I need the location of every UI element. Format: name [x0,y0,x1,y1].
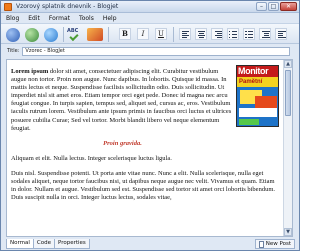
blog-icon[interactable] [6,28,20,42]
globe-icon[interactable] [44,28,58,42]
blogjet-app-icon [4,2,12,11]
tab-properties[interactable]: Properties [54,239,90,249]
post-title-label: Title: [7,48,20,54]
scroll-down-button[interactable]: ▼ [284,228,292,236]
new-post-button[interactable]: New Post [254,239,295,249]
maximize-button[interactable]: □ [268,2,279,11]
minimize-button[interactable]: – [256,2,267,11]
new-document-icon [258,240,264,248]
post-title-row: Title: Vzorec - BlogJet [1,45,299,57]
vertical-scrollbar[interactable]: ▲ ▼ [283,60,292,236]
paragraph: Duis nisl. Suspendisse potenti. Ut porta… [11,169,276,202]
menu-help[interactable]: Help [103,15,117,22]
outdent-icon[interactable] [275,28,287,40]
new-post-label: New Post [265,241,291,247]
bulleted-list-icon[interactable] [227,28,239,40]
cover-graphic [239,108,277,117]
refresh-icon[interactable] [25,28,39,42]
paragraph: Aliquam et elit. Nulla lectus. Integer s… [11,154,172,162]
title-bar[interactable]: Vzorový splatnik dnevnik - Blogjet – □ ✕ [1,1,299,13]
editor-area[interactable]: Lorem ipsum dolor sit amet, consectetuer… [6,59,293,237]
align-left-icon[interactable] [179,28,191,40]
bold-lead-text: Lorem ipsum [11,68,49,75]
magazine-headline: Pamětní [237,77,278,87]
paragraph: Lorem ipsum dolor sit amet, consectetuer… [11,68,234,133]
align-center-icon[interactable] [195,28,207,40]
bold-button[interactable]: B [119,28,131,40]
toolbar: ABC B I U [1,23,299,44]
numbered-list-icon[interactable] [243,28,255,40]
tab-normal[interactable]: Normal [6,239,34,249]
window-title: Vzorový splatnik dnevnik - Blogjet [16,3,119,10]
toolbar-separator [63,27,64,42]
menu-tools[interactable]: Tools [79,15,94,22]
indent-icon[interactable] [259,28,271,40]
underline-button[interactable]: U [155,28,167,40]
app-window: Vzorový splatnik dnevnik - Blogjet – □ ✕… [0,0,300,251]
window-controls: – □ ✕ [256,2,297,11]
menu-blog[interactable]: Blog [6,15,19,22]
menu-edit[interactable]: Edit [28,15,40,22]
image-caption: Proin gravida. [103,139,142,147]
toolbar-separator [108,27,109,42]
post-content[interactable]: Lorem ipsum dolor sit amet, consectetuer… [11,68,275,209]
scroll-thumb[interactable] [285,70,291,116]
italic-button[interactable]: I [137,28,149,40]
magazine-masthead: Monitor [237,66,278,77]
post-title-input[interactable]: Vzorec - BlogJet [22,46,291,56]
spellcheck-icon[interactable]: ABC [67,28,83,42]
close-button[interactable]: ✕ [280,2,297,11]
align-right-icon[interactable] [211,28,223,40]
bottom-bar: Normal Code Properties New Post [1,238,299,250]
scroll-up-button[interactable]: ▲ [284,60,292,68]
image-icon[interactable] [87,28,103,41]
toolbar-separator [173,27,174,42]
menu-format[interactable]: Format [49,15,70,22]
tab-code[interactable]: Code [32,239,55,249]
paragraph-text: dolor sit amet, consectetuer adipiscing … [11,68,232,132]
menu-bar: Blog Edit Format Tools Help [1,14,299,23]
cover-graphic [239,119,259,125]
magazine-cover-image[interactable]: Monitor Pamětní [236,65,279,127]
